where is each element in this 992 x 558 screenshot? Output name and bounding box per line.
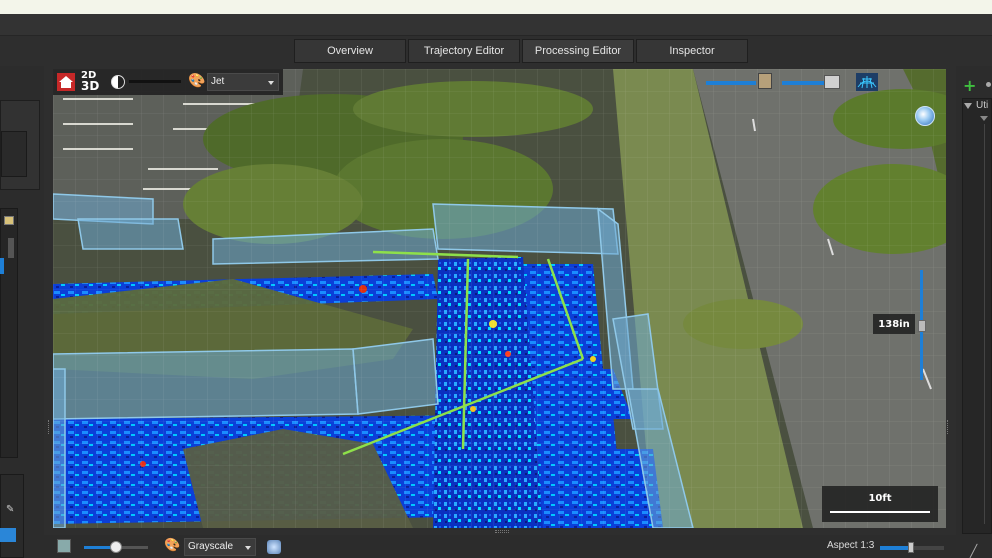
- layer-tree[interactable]: [962, 98, 992, 534]
- note-icon[interactable]: [4, 216, 14, 225]
- palette-icon: 🎨: [164, 538, 181, 553]
- left-panel-bottom-group: [0, 474, 24, 558]
- tab-trajectory-editor[interactable]: Trajectory Editor: [408, 39, 520, 63]
- bottom-toolbar: 🎨 Grayscale Aspect 1:3: [44, 535, 964, 558]
- contrast-icon: [111, 75, 125, 89]
- tab-overview[interactable]: Overview: [294, 39, 406, 63]
- opacity-slider-fill: [84, 546, 112, 549]
- aspect-slider-handle[interactable]: [908, 542, 914, 553]
- sphere-icon[interactable]: [267, 540, 281, 554]
- left-panel: ✎: [0, 66, 44, 558]
- aspect-label: Aspect 1:3: [827, 540, 875, 551]
- contrast-slider[interactable]: [129, 80, 181, 83]
- opacity-slider-handle[interactable]: [110, 541, 122, 553]
- zoom-slider-handle[interactable]: [918, 320, 926, 332]
- tab-inspector[interactable]: Inspector: [636, 39, 748, 63]
- colormap-value: Jet: [211, 76, 225, 87]
- gpr-scene: [53, 69, 946, 528]
- right-splitter-handle[interactable]: [947, 420, 950, 434]
- tree-item-label[interactable]: Uti: [976, 100, 988, 111]
- building-icon[interactable]: [758, 73, 772, 89]
- title-bar: [0, 14, 992, 36]
- app-window: Overview Trajectory Editor Processing Ed…: [0, 0, 992, 558]
- expand-icon[interactable]: [980, 116, 988, 121]
- left-panel-group: [0, 100, 40, 190]
- pen-icon[interactable]: ╱: [970, 544, 977, 558]
- layer-opacity-slider[interactable]: [782, 81, 824, 85]
- chevron-down-icon: [268, 81, 274, 85]
- viewport-toolbar: 2D 3D 🎨 Jet: [53, 69, 283, 95]
- add-icon[interactable]: +: [963, 76, 976, 95]
- scale-bar: 10ft: [822, 486, 938, 522]
- pin-icon[interactable]: ✎: [6, 504, 14, 515]
- bottom-colormap-select[interactable]: Grayscale: [184, 538, 256, 556]
- bottom-splitter-handle[interactable]: [495, 530, 509, 533]
- viewport-layer-controls: [700, 69, 946, 95]
- left-splitter-handle[interactable]: [48, 420, 51, 434]
- left-panel-field[interactable]: [1, 131, 27, 177]
- left-panel-selected-item[interactable]: [0, 258, 4, 274]
- grid-icon[interactable]: [856, 73, 878, 91]
- scale-bar-label: 10ft: [868, 493, 892, 504]
- tab-processing-editor[interactable]: Processing Editor: [522, 39, 634, 63]
- home-icon[interactable]: [57, 73, 75, 91]
- left-panel-active-button[interactable]: [0, 528, 16, 542]
- 3d-viewport[interactable]: [53, 69, 946, 528]
- zoom-readout: 138in: [873, 314, 915, 334]
- globe-icon[interactable]: [915, 106, 935, 126]
- scale-bar-line: [830, 511, 930, 513]
- mode-tabs: Overview Trajectory Editor Processing Ed…: [294, 39, 748, 63]
- chevron-down-icon: [245, 546, 251, 550]
- right-panel: + Uti ╱: [956, 66, 992, 558]
- window-top-strip: [0, 0, 992, 14]
- options-icon[interactable]: [986, 82, 991, 87]
- tree-guide-line: [984, 124, 985, 524]
- colormap-select[interactable]: Jet: [207, 73, 279, 91]
- view-2d-3d-icon[interactable]: 2D 3D: [81, 71, 103, 93]
- bottom-colormap-value: Grayscale: [188, 541, 234, 552]
- mode-3d-label: 3D: [81, 79, 100, 93]
- palette-icon: 🎨: [188, 73, 206, 89]
- person-icon[interactable]: [57, 539, 71, 553]
- expand-icon[interactable]: [964, 103, 972, 109]
- aspect-slider-fill: [880, 546, 910, 550]
- trash-icon[interactable]: [824, 75, 840, 89]
- left-panel-scrollbar[interactable]: [8, 238, 14, 258]
- building-opacity-slider[interactable]: [706, 81, 756, 85]
